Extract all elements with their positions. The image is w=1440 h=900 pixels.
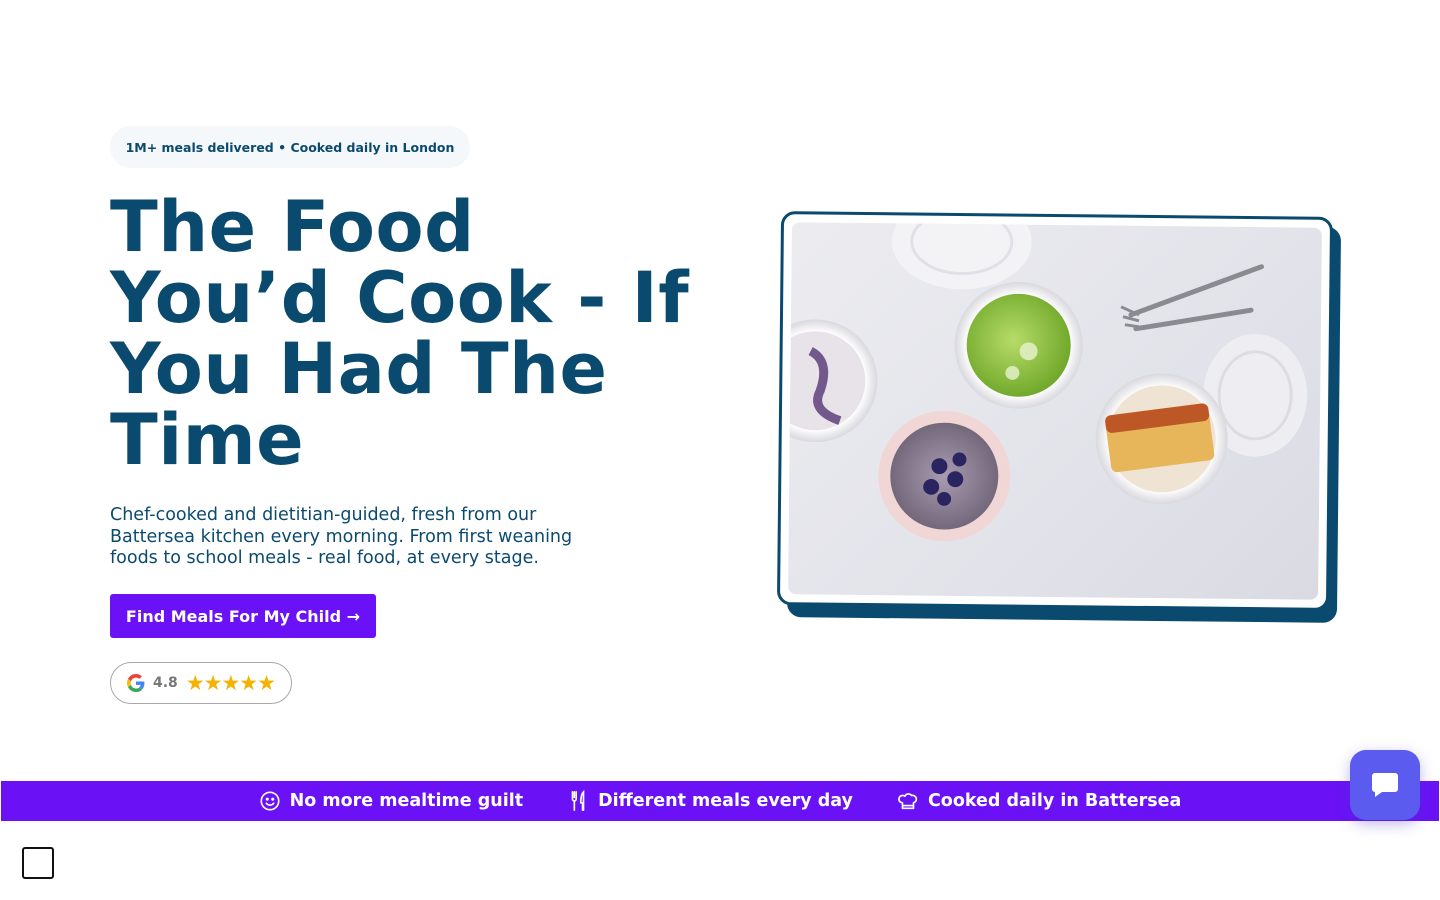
- hero-badge: 1M+ meals delivered • Cooked daily in Lo…: [110, 126, 470, 168]
- chat-widget-button[interactable]: [1350, 750, 1420, 820]
- food-photo: [788, 222, 1322, 600]
- hero-subtitle: Chef-cooked and dietitian-guided, fresh …: [110, 505, 573, 568]
- banner-item-label: No more mealtime guilt: [289, 791, 524, 811]
- banner-item-different-meals: Different meals every day: [567, 790, 853, 812]
- hero-badge-text: 1M+ meals delivered • Cooked daily in Lo…: [125, 139, 455, 155]
- chat-bubble-icon: [1372, 773, 1398, 797]
- utensils-icon: [571, 790, 585, 811]
- google-icon: [127, 674, 145, 692]
- find-meals-button[interactable]: Find Meals For My Child →: [110, 594, 376, 638]
- google-rating-badge[interactable]: 4.8 ★★★★★: [110, 662, 292, 704]
- feature-banner: No more mealtime guilt Different meals e…: [1, 781, 1439, 821]
- banner-item-cooked-daily: Cooked daily in Battersea: [897, 790, 1181, 812]
- hero-image-frame: [776, 211, 1334, 611]
- hero-headline: The Food You’d Cook - If You Had The Tim…: [110, 186, 690, 481]
- hero-image-card: [776, 211, 1342, 623]
- chef-hat-icon: [898, 793, 918, 810]
- meal-pots-illustration: [788, 222, 1308, 542]
- banner-item-label: Cooked daily in Battersea: [927, 791, 1182, 811]
- banner-item-mealtime-guilt: No more mealtime guilt: [259, 790, 523, 812]
- consent-checkbox[interactable]: [22, 847, 54, 879]
- rating-stars: ★★★★★: [185, 670, 276, 695]
- rating-score: 4.8: [153, 675, 178, 691]
- smile-icon: [260, 791, 280, 811]
- banner-item-label: Different meals every day: [598, 791, 853, 811]
